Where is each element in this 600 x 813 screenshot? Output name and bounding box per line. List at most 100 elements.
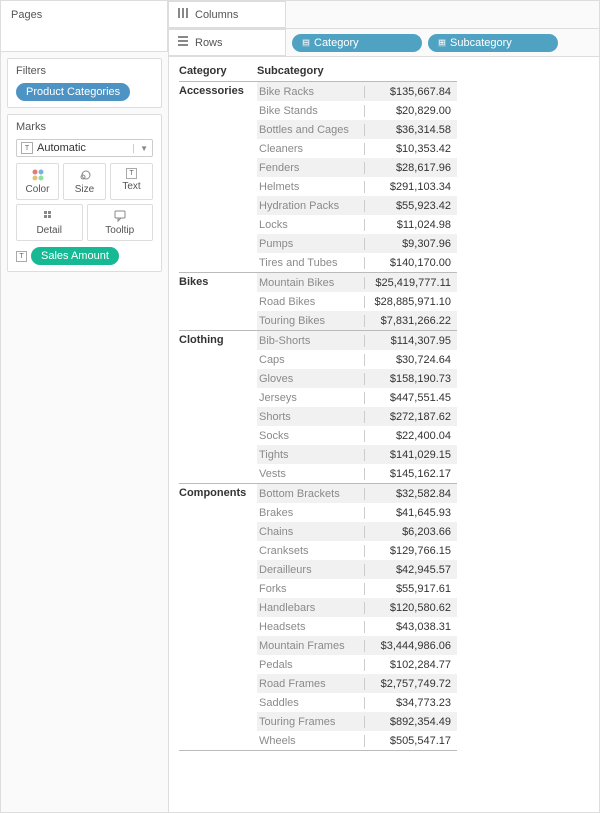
table-row[interactable]: Pumps$9,307.96 <box>257 234 457 253</box>
rows-shelf[interactable]: Rows ⊟Category ⊞Subcategory <box>169 29 599 57</box>
table-row[interactable]: Hydration Packs$55,923.42 <box>257 196 457 215</box>
table-row[interactable]: Bottom Brackets$32,582.84 <box>257 484 457 503</box>
subcategory-cell: Headsets <box>257 621 365 633</box>
table-row[interactable]: Cranksets$129,766.15 <box>257 541 457 560</box>
table-row[interactable]: Pedals$102,284.77 <box>257 655 457 674</box>
table-row[interactable]: Touring Frames$892,354.49 <box>257 712 457 731</box>
subcategory-cell: Derailleurs <box>257 564 365 576</box>
table-row[interactable]: Touring Bikes$7,831,266.22 <box>257 311 457 330</box>
value-cell: $129,766.15 <box>365 545 457 557</box>
subcategory-cell: Road Frames <box>257 678 365 690</box>
table-row[interactable]: Cleaners$10,353.42 <box>257 139 457 158</box>
value-cell: $25,419,777.11 <box>365 277 457 289</box>
subcategory-cell: Fenders <box>257 162 365 174</box>
table-row[interactable]: Locks$11,024.98 <box>257 215 457 234</box>
header-category[interactable]: Category <box>179 65 257 77</box>
mark-detail-label: Detail <box>36 225 62 236</box>
table-row[interactable]: Forks$55,917.61 <box>257 579 457 598</box>
marks-field-label: Sales Amount <box>41 250 109 262</box>
mark-color-button[interactable]: Color <box>16 163 59 200</box>
subcategory-cell: Pedals <box>257 659 365 671</box>
value-cell: $30,724.64 <box>365 354 457 366</box>
mark-text-label: Text <box>122 181 140 192</box>
table-row[interactable]: Wheels$505,547.17 <box>257 731 457 750</box>
table-row[interactable]: Shorts$272,187.62 <box>257 407 457 426</box>
subcategory-cell: Chains <box>257 526 365 538</box>
table-row[interactable]: Road Bikes$28,885,971.10 <box>257 292 457 311</box>
detail-icon <box>42 209 56 223</box>
table-row[interactable]: Tires and Tubes$140,170.00 <box>257 253 457 272</box>
viz-area: Category Subcategory AccessoriesBike Rac… <box>169 57 599 812</box>
size-icon <box>78 168 92 182</box>
value-cell: $55,917.61 <box>365 583 457 595</box>
mark-tooltip-button[interactable]: Tooltip <box>87 204 154 241</box>
mark-size-button[interactable]: Size <box>63 163 106 200</box>
subcategory-cell: Hydration Packs <box>257 200 365 212</box>
table-row[interactable]: Chains$6,203.66 <box>257 522 457 541</box>
table-row[interactable]: Mountain Bikes$25,419,777.11 <box>257 273 457 292</box>
table-row[interactable]: Handlebars$120,580.62 <box>257 598 457 617</box>
table-row[interactable]: Saddles$34,773.23 <box>257 693 457 712</box>
category-cell[interactable]: Bikes <box>179 273 257 330</box>
table-row[interactable]: Fenders$28,617.96 <box>257 158 457 177</box>
filters-card[interactable]: Filters Product Categories <box>7 58 162 108</box>
table-row[interactable]: Bib-Shorts$114,307.95 <box>257 331 457 350</box>
mark-detail-button[interactable]: Detail <box>16 204 83 241</box>
marks-title: Marks <box>16 121 153 133</box>
row-pill-category[interactable]: ⊟Category <box>292 34 422 52</box>
category-cell[interactable]: Components <box>179 484 257 750</box>
subcategory-cell: Mountain Frames <box>257 640 365 652</box>
subcategory-cell: Vests <box>257 468 365 480</box>
table-header-row: Category Subcategory <box>179 63 457 81</box>
table-row[interactable]: Bike Stands$20,829.00 <box>257 101 457 120</box>
marks-type-dropdown[interactable]: T Automatic ▼ <box>16 139 153 157</box>
value-cell: $11,024.98 <box>365 219 457 231</box>
value-cell: $158,190.73 <box>365 373 457 385</box>
table-row[interactable]: Helmets$291,103.34 <box>257 177 457 196</box>
table-row[interactable]: Tights$141,029.15 <box>257 445 457 464</box>
color-icon <box>31 168 45 182</box>
subcategory-cell: Bottles and Cages <box>257 124 365 136</box>
table-row[interactable]: Caps$30,724.64 <box>257 350 457 369</box>
columns-shelf[interactable]: Columns <box>169 1 599 29</box>
value-cell: $9,307.96 <box>365 238 457 250</box>
value-cell: $892,354.49 <box>365 716 457 728</box>
table-row[interactable]: Bike Racks$135,667.84 <box>257 82 457 101</box>
subcategory-cell: Bottom Brackets <box>257 488 365 500</box>
table-row[interactable]: Headsets$43,038.31 <box>257 617 457 636</box>
header-subcategory[interactable]: Subcategory <box>257 65 365 77</box>
pages-card[interactable]: Pages <box>1 1 168 52</box>
mark-size-label: Size <box>75 184 94 195</box>
value-cell: $10,353.42 <box>365 143 457 155</box>
table-row[interactable]: Socks$22,400.04 <box>257 426 457 445</box>
row-pill-subcategory[interactable]: ⊞Subcategory <box>428 34 558 52</box>
table-row[interactable]: Jerseys$447,551.45 <box>257 388 457 407</box>
table-row[interactable]: Vests$145,162.17 <box>257 464 457 483</box>
value-cell: $22,400.04 <box>365 430 457 442</box>
mark-text-button[interactable]: T Text <box>110 163 153 200</box>
value-cell: $6,203.66 <box>365 526 457 538</box>
filter-pill-product-categories[interactable]: Product Categories <box>16 83 130 101</box>
value-cell: $32,582.84 <box>365 488 457 500</box>
value-cell: $7,831,266.22 <box>365 315 457 327</box>
marks-field-sales-amount[interactable]: Sales Amount <box>31 247 119 265</box>
value-cell: $41,645.93 <box>365 507 457 519</box>
table-row[interactable]: Mountain Frames$3,444,986.06 <box>257 636 457 655</box>
subcategory-cell: Pumps <box>257 238 365 250</box>
value-cell: $28,885,971.10 <box>365 296 457 308</box>
table-row[interactable]: Brakes$41,645.93 <box>257 503 457 522</box>
subcategory-cell: Tires and Tubes <box>257 257 365 269</box>
rows-icon <box>177 35 189 50</box>
table-row[interactable]: Road Frames$2,757,749.72 <box>257 674 457 693</box>
subcategory-cell: Road Bikes <box>257 296 365 308</box>
table-row[interactable]: Bottles and Cages$36,314.58 <box>257 120 457 139</box>
subcategory-cell: Mountain Bikes <box>257 277 365 289</box>
table-row[interactable]: Derailleurs$42,945.57 <box>257 560 457 579</box>
right-panel: Columns Rows ⊟Category ⊞Subcategory Cate… <box>169 1 599 812</box>
subcategory-cell: Cranksets <box>257 545 365 557</box>
left-panel: Pages Filters Product Categories Marks T… <box>1 1 169 812</box>
category-cell[interactable]: Clothing <box>179 331 257 483</box>
table-row[interactable]: Gloves$158,190.73 <box>257 369 457 388</box>
category-cell[interactable]: Accessories <box>179 82 257 272</box>
subcategory-cell: Locks <box>257 219 365 231</box>
